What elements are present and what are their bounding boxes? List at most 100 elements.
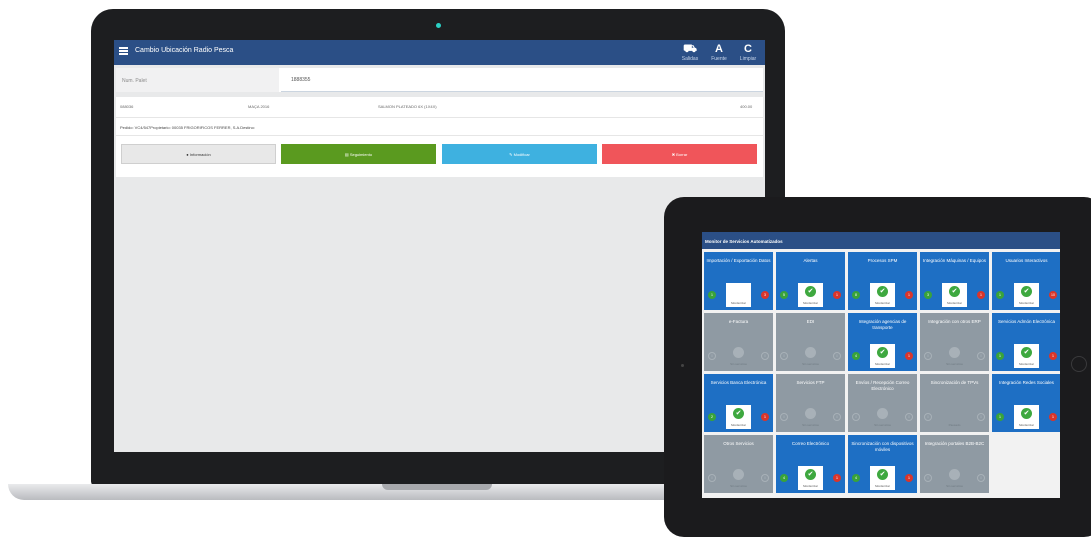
service-tile[interactable]: Servicios FTP 0 ✔ Sin servicios 0	[776, 374, 845, 432]
service-tile-title: Envíos / Recepción Correo Electrónico	[855, 380, 910, 391]
check-circle-icon: ✔	[877, 286, 888, 297]
service-tile[interactable]: Integración agencias de transporte 4 ✔ Moni…	[848, 313, 917, 371]
monitor-box[interactable]: ✔ Monitorizar	[798, 466, 823, 490]
monitor-box[interactable]: ✔ Monitorizar	[870, 344, 895, 368]
refresh-icon: C	[744, 43, 752, 55]
monitor-label: Monitorizar	[1019, 423, 1034, 427]
monitor-box[interactable]: ✔ Monitorizar	[798, 283, 823, 307]
service-tiles-grid: Importación / Exportación Datos 1 Monitori…	[704, 252, 1060, 493]
ok-count-badge: 0	[708, 474, 716, 482]
service-tile-title: Correo Electrónico	[791, 441, 830, 446]
pallet-info-panel: 088036 MAÇA 2016 SALMON PLATEADO 6X (1X4…	[116, 97, 763, 177]
service-tile[interactable]: Correo Electrónico 4 ✔ Monitorizar 1	[776, 435, 845, 493]
monitor-box[interactable]: ✔ Sin servicios	[798, 344, 823, 368]
monitor-box[interactable]: ✔ Monitorizar	[1014, 283, 1039, 307]
check-circle-icon: ✔	[949, 286, 960, 297]
service-tile[interactable]: Otros Servicios 0 ✔ Sin servicios 0	[704, 435, 773, 493]
monitor-box[interactable]: ✔ Monitorizar	[870, 466, 895, 490]
laptop-base-notch	[382, 484, 492, 490]
ok-count-badge: 1	[708, 291, 716, 299]
monitor-label: Sin servicios	[730, 484, 747, 488]
service-tile[interactable]: Servicios Admón Electrónica 1 ✔ Monitorizar…	[992, 313, 1060, 371]
error-count-badge: 0	[905, 413, 913, 421]
service-tile[interactable]: Integración portales B2B-B2C 0 ✔ Sin servic…	[920, 435, 989, 493]
check-circle-icon: ✔	[733, 469, 744, 480]
monitor-label: Sin servicios	[874, 423, 891, 427]
service-tile[interactable]: Sincronización de TPVs 0 Pausado 0	[920, 374, 989, 432]
truck-icon: ⛟	[683, 43, 697, 55]
information-button[interactable]: ● Información	[121, 144, 276, 164]
ok-count-badge: 1	[996, 413, 1004, 421]
service-tile[interactable]: Integración Máquinas / Equipos 3 ✔ Monitori…	[920, 252, 989, 310]
ok-count-badge: 3	[924, 291, 932, 299]
check-circle-icon: ✔	[733, 347, 744, 358]
service-tile[interactable]: Envíos / Recepción Correo Electrónico 0 ✔ S…	[848, 374, 917, 432]
monitor-label: Monitorizar	[803, 484, 818, 488]
service-tile-title: Servicios Banca Electrónica	[710, 380, 767, 385]
service-tile-title: Importación / Exportación Datos	[706, 258, 771, 263]
error-count-badge: 0	[833, 413, 841, 421]
tablet-home-button	[1071, 356, 1087, 372]
ok-count-badge: 2	[708, 413, 716, 421]
pallet-input[interactable]	[281, 68, 763, 92]
monitor-box[interactable]: ✔ Sin servicios	[726, 344, 751, 368]
divider	[116, 135, 763, 136]
service-tile[interactable]: Importación / Exportación Datos 1 Monitori…	[704, 252, 773, 310]
laptop-camera	[436, 23, 441, 28]
check-circle-icon: ✔	[877, 347, 888, 358]
exits-button[interactable]: ⛟ Salidas	[677, 43, 703, 62]
check-circle-icon: ✔	[949, 347, 960, 358]
monitor-box[interactable]: Monitorizar	[726, 283, 751, 307]
error-count-badge: 1	[1049, 352, 1057, 360]
monitor-box[interactable]: ✔ Monitorizar	[726, 405, 751, 429]
clear-button[interactable]: C Limpiar	[735, 43, 761, 62]
monitor-box[interactable]: ✔ Sin servicios	[798, 405, 823, 429]
tablet-camera	[681, 364, 684, 367]
check-circle-icon: ✔	[1021, 408, 1032, 419]
service-tile[interactable]: Sincronización con dispositivos móviles 4…	[848, 435, 917, 493]
modify-button[interactable]: ✎ Modificar	[442, 144, 597, 164]
monitor-box[interactable]: ✔ Sin servicios	[726, 466, 751, 490]
monitor-box[interactable]: ✔ Sin servicios	[942, 344, 967, 368]
monitor-box[interactable]: ✔ Sin servicios	[870, 405, 895, 429]
monitor-box[interactable]: ✔ Monitorizar	[1014, 405, 1039, 429]
service-tile[interactable]: Procesos SPM 8 ✔ Monitorizar 1	[848, 252, 917, 310]
monitor-label: Monitorizar	[731, 423, 746, 427]
service-tile-title: Sincronización de TPVs	[930, 380, 979, 385]
service-tile-title: Integración portales B2B-B2C	[924, 441, 985, 446]
ok-count-badge: 0	[924, 352, 932, 360]
error-count-badge: 1	[833, 474, 841, 482]
service-tile[interactable]: Integración Redes Sociales 1 ✔ Monitorizar 1	[992, 374, 1060, 432]
ok-count-badge: 0	[924, 474, 932, 482]
error-count-badge: 1	[905, 474, 913, 482]
hamburger-menu-icon[interactable]	[119, 47, 128, 55]
monitor-box[interactable]: Pausado	[942, 405, 967, 429]
error-count-badge: 0	[977, 474, 985, 482]
service-tile-title: Integración Máquinas / Equipos	[922, 258, 987, 263]
ok-count-badge: 1	[996, 291, 1004, 299]
error-count-badge: 1	[833, 291, 841, 299]
monitor-box[interactable]: ✔ Monitorizar	[1014, 344, 1039, 368]
service-tile-title: e-Factura	[728, 319, 749, 324]
monitor-label: Sin servicios	[946, 362, 963, 366]
pallet-quantity: 400.00	[740, 104, 753, 109]
delete-button[interactable]: ✖ Borrar	[602, 144, 757, 164]
error-count-badge: 0	[977, 413, 985, 421]
service-tile[interactable]: Servicios Banca Electrónica 2 ✔ Monitorizar…	[704, 374, 773, 432]
service-tile[interactable]: e-Factura 0 ✔ Sin servicios 0	[704, 313, 773, 371]
font-button[interactable]: A Fuente	[706, 43, 732, 62]
ok-count-badge: 0	[780, 352, 788, 360]
error-count-badge: 1	[977, 291, 985, 299]
monitor-box[interactable]: ✔ Sin servicios	[942, 466, 967, 490]
service-tile[interactable]: Alertas 5 ✔ Monitorizar 1	[776, 252, 845, 310]
monitor-box[interactable]: ✔ Monitorizar	[942, 283, 967, 307]
tracking-button[interactable]: ▤ Seguimiento	[281, 144, 436, 164]
monitor-label: Sin servicios	[802, 362, 819, 366]
service-tile-title: Usuarios Interactivos	[1005, 258, 1048, 263]
service-tile[interactable]: Usuarios Interactivos 1 ✔ Monitorizar 10	[992, 252, 1060, 310]
service-tile-title: Otros Servicios	[723, 441, 754, 446]
service-tile[interactable]: Integración con otros ERP 0 ✔ Sin servicios…	[920, 313, 989, 371]
service-tile[interactable]: EDI 0 ✔ Sin servicios 0	[776, 313, 845, 371]
service-tile-title: EDI	[806, 319, 815, 324]
monitor-box[interactable]: ✔ Monitorizar	[870, 283, 895, 307]
